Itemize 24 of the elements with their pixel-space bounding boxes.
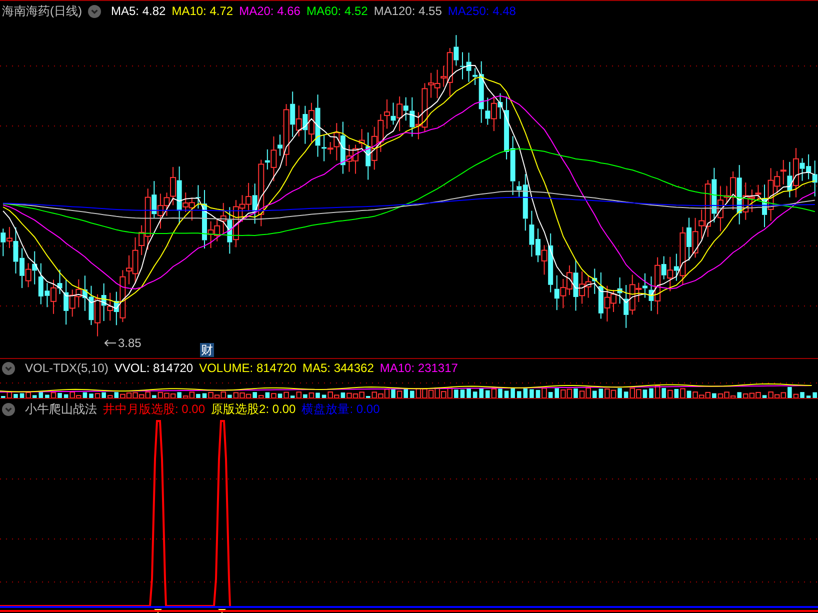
indicator-value: MA250: 4.48 — [448, 3, 516, 20]
panel-title: VOL-TDX(5,10) — [25, 360, 108, 377]
indicator-value: MA5: 4.82 — [111, 3, 166, 20]
indicator-value: MA20: 4.66 — [239, 3, 300, 20]
indicator-value: VVOL: 814720 — [114, 360, 194, 377]
indicator-value: 原版选股2: 0.00 — [211, 401, 296, 418]
panel-title: 小牛爬山战法 — [25, 401, 97, 418]
indicator-value: MA10: 231317 — [380, 360, 458, 377]
panel-title: 海南海药(日线) — [2, 3, 82, 20]
indicator-value: MA10: 4.72 — [172, 3, 234, 20]
low-price-label: 3.85 — [118, 335, 142, 352]
finance-badge: 财 — [200, 343, 214, 357]
signal-marker-icon — [154, 609, 162, 613]
collapse-icon[interactable] — [2, 402, 15, 416]
indicator-value: MA5: 344362 — [302, 360, 374, 377]
indicator-value: MA120: 4.55 — [374, 3, 442, 20]
collapse-icon[interactable] — [2, 362, 15, 374]
arrow-left-icon — [104, 339, 116, 347]
indicator-value: VOLUME: 814720 — [199, 360, 296, 377]
collapse-icon[interactable] — [88, 4, 101, 18]
indicator-value: 横盘放量: 0.00 — [302, 401, 380, 418]
indicator-value: MA60: 4.52 — [306, 3, 368, 20]
signal-marker-icon — [218, 609, 226, 613]
indicator-value: 井中月版选股: 0.00 — [103, 401, 206, 418]
